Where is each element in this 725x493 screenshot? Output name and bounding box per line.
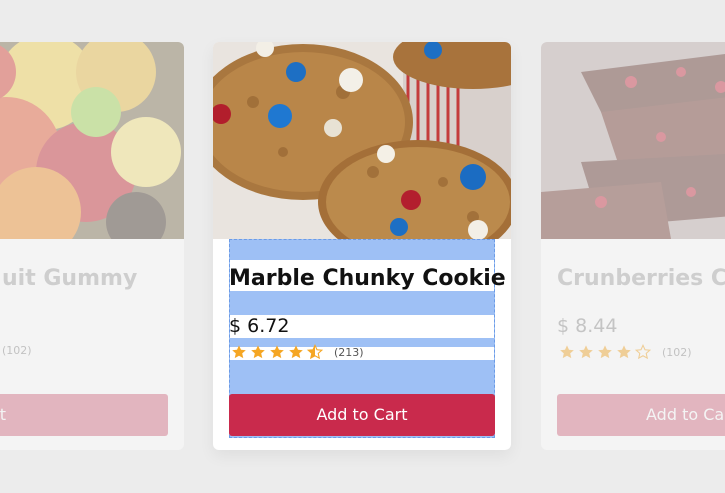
add-to-cart-button[interactable]: Add to Car — [557, 394, 725, 436]
rating-count: (102) — [662, 345, 692, 359]
star-full-icon — [560, 345, 574, 359]
product-info: uit Gummy (102) dd to Cart — [0, 239, 168, 450]
product-image-cookie — [213, 42, 511, 239]
product-card-gummy[interactable]: uit Gummy (102) dd to Cart — [0, 42, 184, 450]
product-info: Marble Chunky Cookie $ 6.72 (213) Add to… — [229, 239, 506, 450]
product-image-gummy — [0, 42, 184, 239]
rating-count: (102) — [2, 344, 32, 357]
rating: (102) — [2, 344, 32, 357]
product-image-cranberry — [541, 42, 725, 239]
product-card-cookie[interactable]: Marble Chunky Cookie $ 6.72 (213) Add to… — [213, 42, 511, 450]
product-name: Marble Chunky Cookie — [229, 266, 506, 291]
product-info: Crunberries Ch $ 8.44 (102) Add to Car — [557, 239, 725, 450]
add-to-cart-button[interactable]: dd to Cart — [0, 394, 168, 436]
star-empty-icon — [635, 344, 651, 360]
product-price: $ 6.72 — [229, 315, 290, 337]
product-name: uit Gummy — [2, 266, 138, 291]
star-full-icon — [598, 345, 612, 359]
product-price: $ 8.44 — [557, 315, 618, 337]
rating: (102) — [559, 344, 692, 360]
product-card-cranberry[interactable]: Crunberries Ch $ 8.44 (102) Add to Car — [541, 42, 725, 450]
star-full-icon — [617, 345, 631, 359]
star-full-icon — [270, 345, 284, 359]
add-to-cart-button[interactable]: Add to Cart — [229, 394, 495, 436]
rating-count: (213) — [334, 345, 364, 359]
star-full-icon — [251, 345, 265, 359]
product-carousel: uit Gummy (102) dd to Cart — [0, 0, 725, 493]
rating: (213) — [231, 344, 364, 360]
product-name: Crunberries Ch — [557, 266, 725, 291]
star-full-icon — [232, 345, 246, 359]
star-full-icon — [579, 345, 593, 359]
star-full-icon — [289, 345, 303, 359]
star-half-icon — [307, 344, 323, 360]
